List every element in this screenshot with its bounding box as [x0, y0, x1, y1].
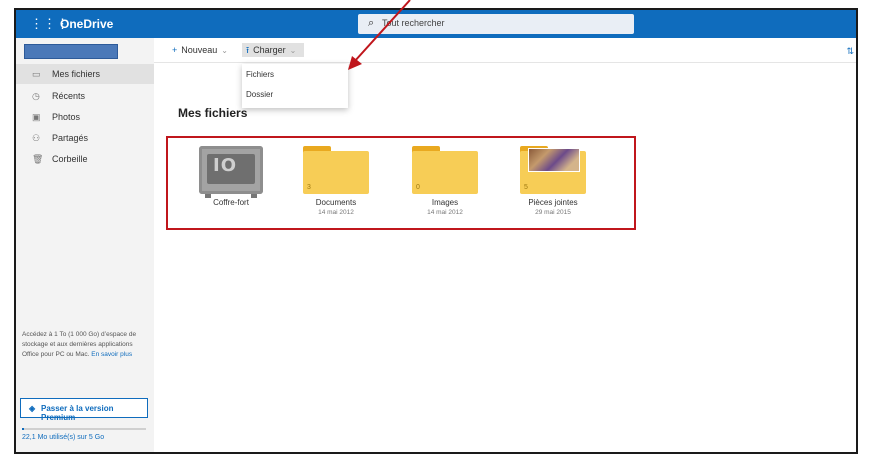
upload-files-item[interactable]: Fichiers: [246, 66, 344, 84]
folder-icon: 0: [412, 146, 478, 194]
sidebar-item-label: Récents: [52, 91, 86, 101]
upload-button[interactable]: ⭱ Charger ⌄: [242, 43, 304, 57]
sidebar-item-label: Mes fichiers: [52, 69, 101, 79]
new-button[interactable]: + Nouveau ⌄: [172, 43, 228, 57]
app-title[interactable]: OneDrive: [60, 17, 113, 31]
search-input[interactable]: ⌕ Tout rechercher: [358, 14, 634, 34]
vault-leg: [205, 194, 211, 198]
tile-date: 14 mai 2012: [427, 209, 463, 216]
sidebar-item-partages[interactable]: ⚇ Partagés: [16, 128, 154, 148]
storage-bar-fill: [22, 428, 24, 430]
new-button-label: Nouveau: [181, 45, 218, 55]
vault-leg: [251, 194, 257, 198]
upload-button-label: Charger: [253, 45, 286, 55]
top-bar: ⋮⋮⋮ OneDrive ⌕ Tout rechercher: [16, 10, 856, 38]
tile-name: Images: [431, 198, 459, 207]
search-icon: ⌕: [368, 17, 375, 29]
learn-more-link[interactable]: En savoir plus: [91, 351, 132, 358]
app-launcher-icon[interactable]: ⋮⋮⋮: [30, 16, 69, 32]
tile-pieces-jointes[interactable]: 5 Pièces jointes 29 mai 2015: [508, 146, 598, 216]
folder-image-icon: 5: [520, 146, 586, 194]
onedrive-window: ⋮⋮⋮ OneDrive ⌕ Tout rechercher ▭ Mes fic…: [14, 8, 858, 454]
plus-icon: +: [172, 45, 178, 55]
share-icon: ⚇: [32, 133, 41, 143]
tile-name: Pièces jointes: [528, 198, 578, 207]
image-icon: ▣: [32, 112, 41, 122]
sidebar-item-mes-fichiers[interactable]: ▭ Mes fichiers: [16, 64, 154, 84]
folder-body: [412, 151, 478, 194]
tile-coffre-fort[interactable]: IO Coffre-fort: [186, 146, 276, 207]
folder-thumbnail: [528, 148, 580, 172]
tile-date: 29 mai 2015: [535, 209, 571, 216]
tile-date: 14 mai 2012: [318, 209, 354, 216]
storage-bar: [22, 428, 146, 430]
vault-dial: IO: [213, 155, 237, 176]
premium-button[interactable]: ◈ Passer à la version Premium: [20, 398, 148, 422]
storage-text[interactable]: 22,1 Mo utilisé(s) sur 5 Go: [22, 434, 104, 441]
search-placeholder: Tout rechercher: [382, 18, 445, 28]
tile-documents[interactable]: 3 Documents 14 mai 2012: [291, 146, 381, 216]
premium-button-label: Passer à la version Premium: [41, 404, 114, 422]
tile-images[interactable]: 0 Images 14 mai 2012: [400, 146, 490, 216]
upload-menu: Fichiers Dossier: [242, 64, 348, 108]
sidebar-item-label: Partagés: [52, 133, 89, 143]
account-name[interactable]: [24, 44, 118, 59]
trash-icon: 🗑: [32, 154, 44, 164]
vault-icon: IO: [199, 146, 263, 198]
tile-name: Coffre-fort: [213, 198, 249, 207]
sort-icon[interactable]: ⇅: [846, 46, 854, 57]
clock-icon: ◷: [32, 91, 40, 101]
item-count: 5: [524, 184, 528, 191]
sidebar-item-recents[interactable]: ◷ Récents: [16, 86, 154, 106]
sidebar-item-label: Corbeille: [52, 154, 88, 164]
sidebar-item-label: Photos: [52, 112, 81, 122]
item-count: 0: [416, 184, 420, 191]
chevron-down-icon: ⌄: [289, 46, 297, 55]
diamond-icon: ◈: [29, 404, 36, 413]
upload-icon: ⭱: [246, 45, 250, 55]
item-count: 3: [307, 184, 311, 191]
folder-body: [303, 151, 369, 194]
sidebar: ▭ Mes fichiers ◷ Récents ▣ Photos ⚇ Part…: [16, 38, 154, 452]
sidebar-item-corbeille[interactable]: 🗑 Corbeille: [16, 149, 154, 169]
folder-icon: 3: [303, 146, 369, 194]
tile-name: Documents: [315, 198, 357, 207]
folder-icon: ▭: [32, 69, 41, 79]
command-bar: + Nouveau ⌄ ⭱ Charger ⌄ ⇅: [154, 38, 856, 63]
upload-folder-item[interactable]: Dossier: [246, 86, 344, 104]
premium-promo: Accédez à 1 To (1 000 Go) d’espace de st…: [22, 330, 148, 360]
page-title: Mes fichiers: [178, 106, 248, 120]
chevron-down-icon: ⌄: [221, 46, 228, 55]
sidebar-item-photos[interactable]: ▣ Photos: [16, 107, 154, 127]
truncated-text: ▁▁▁▁▁▁▁▁▁▁▁: [22, 450, 81, 452]
